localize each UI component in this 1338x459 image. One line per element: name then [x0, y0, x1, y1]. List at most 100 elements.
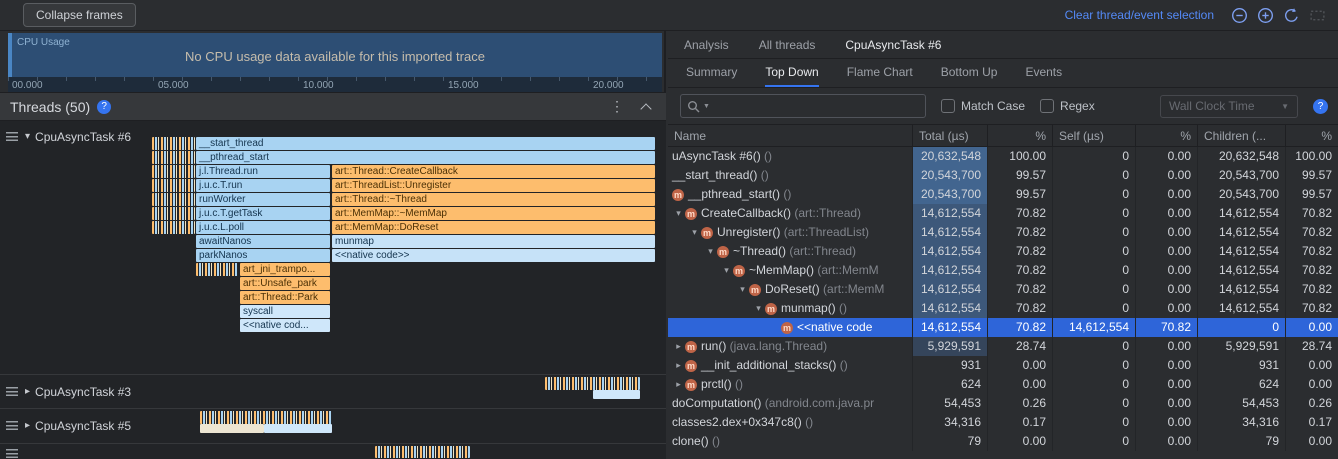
thread-state-bar[interactable]: [264, 424, 332, 433]
table-row[interactable]: ▾mUnregister() (art::ThreadList)14,612,5…: [668, 223, 1338, 242]
activity-strip[interactable]: [152, 137, 195, 150]
header-self[interactable]: Self (µs): [1053, 125, 1136, 146]
thread-row[interactable]: ▸ CpuAsyncTask #3: [0, 374, 666, 408]
activity-strip[interactable]: [152, 221, 195, 234]
chevron-down-icon[interactable]: ▾: [736, 280, 749, 299]
flame-frame[interactable]: art_jni_trampo...: [240, 263, 330, 276]
flame-frame[interactable]: __pthread_start: [196, 151, 655, 164]
chevron-down-icon[interactable]: ▾: [752, 299, 765, 318]
chevron-right-icon[interactable]: ▸: [25, 420, 30, 431]
chevron-down-icon[interactable]: ▾: [672, 204, 685, 223]
subtab-flame-chart[interactable]: Flame Chart: [847, 65, 913, 87]
search-input[interactable]: [713, 95, 925, 117]
chevron-right-icon[interactable]: ▸: [672, 375, 685, 394]
tab-all-threads[interactable]: All threads: [759, 38, 816, 52]
flame-frame[interactable]: j.u.c.T.getTask: [196, 207, 330, 220]
flame-frame[interactable]: syscall: [240, 305, 330, 318]
collapse-frames-button[interactable]: Collapse frames: [23, 3, 136, 27]
flame-frame[interactable]: parkNanos: [196, 249, 330, 262]
flame-frame[interactable]: art::Thread::~Thread: [332, 193, 655, 206]
thread-name[interactable]: CpuAsyncTask #5: [35, 419, 131, 433]
header-total-pct[interactable]: %: [988, 125, 1053, 146]
activity-strip[interactable]: [545, 377, 640, 390]
chevron-right-icon[interactable]: ▸: [672, 356, 685, 375]
help-icon[interactable]: ?: [1313, 99, 1328, 114]
regex-checkbox[interactable]: Regex: [1040, 99, 1095, 113]
header-children-pct[interactable]: %: [1286, 125, 1338, 146]
thread-row[interactable]: ▸ CpuAsyncTask #5: [0, 408, 666, 443]
thread-name[interactable]: CpuAsyncTask #3: [35, 385, 131, 399]
timeline-ruler[interactable]: 00.000 05.000 10.000 15.000 20.000: [8, 77, 662, 92]
table-row[interactable]: ▾mCreateCallback() (art::Thread)14,612,5…: [668, 204, 1338, 223]
header-name[interactable]: Name: [668, 125, 913, 146]
table-row[interactable]: clone() ()790.0000.00790.00: [668, 432, 1338, 451]
drag-handle-icon[interactable]: [6, 449, 18, 458]
header-total[interactable]: Total (µs): [913, 125, 988, 146]
flame-frame[interactable]: j.u.c.L.poll: [196, 221, 330, 234]
search-history-chevron-icon[interactable]: ▼: [703, 103, 710, 110]
tab-analysis[interactable]: Analysis: [684, 38, 729, 52]
drag-handle-icon[interactable]: [6, 132, 18, 141]
chevron-down-icon[interactable]: ▾: [704, 242, 717, 261]
flame-frame[interactable]: art::Thread::Park: [240, 291, 330, 304]
table-row[interactable]: m__pthread_start() ()20,543,70099.5700.0…: [668, 185, 1338, 204]
subtab-top-down[interactable]: Top Down: [765, 65, 818, 87]
table-row[interactable]: ▸mprctl() ()6240.0000.006240.00: [668, 375, 1338, 394]
zoom-to-selection-icon[interactable]: [1309, 7, 1326, 24]
chevron-down-icon[interactable]: ▾: [688, 223, 701, 242]
clear-selection-link[interactable]: Clear thread/event selection: [1065, 8, 1214, 22]
help-icon[interactable]: ?: [97, 100, 111, 114]
table-row[interactable]: __start_thread() ()20,543,70099.5700.002…: [668, 166, 1338, 185]
flame-frame[interactable]: art::ThreadList::Unregister: [332, 179, 655, 192]
subtab-events[interactable]: Events: [1025, 65, 1062, 87]
activity-strip[interactable]: [152, 207, 195, 220]
table-row[interactable]: classes2.dex+0x347c8() ()34,3160.1700.00…: [668, 413, 1338, 432]
header-children[interactable]: Children (...: [1198, 125, 1286, 146]
table-row[interactable]: ▾mDoReset() (art::MemM14,612,55470.8200.…: [668, 280, 1338, 299]
reset-zoom-icon[interactable]: [1283, 7, 1300, 24]
flame-frame[interactable]: runWorker: [196, 193, 330, 206]
zoom-in-icon[interactable]: [1257, 7, 1274, 24]
chevron-right-icon[interactable]: ▸: [25, 386, 30, 397]
drag-handle-icon[interactable]: [6, 387, 18, 396]
zoom-out-icon[interactable]: [1231, 7, 1248, 24]
thread-row[interactable]: [0, 443, 666, 459]
table-row[interactable]: ▾mmunmap() ()14,612,55470.8200.0014,612,…: [668, 299, 1338, 318]
thread-activity-chart[interactable]: [150, 444, 666, 459]
activity-strip[interactable]: [152, 151, 195, 164]
flame-frame[interactable]: art::Thread::CreateCallback: [332, 165, 655, 178]
table-row[interactable]: ▸m__init_additional_stacks() ()9310.0000…: [668, 356, 1338, 375]
flame-frame[interactable]: art::MemMap::~MemMap: [332, 207, 655, 220]
subtab-bottom-up[interactable]: Bottom Up: [941, 65, 998, 87]
table-row[interactable]: doComputation() (android.com.java.pr54,4…: [668, 394, 1338, 413]
activity-strip[interactable]: [200, 411, 332, 424]
search-box[interactable]: ▼: [680, 94, 926, 118]
chevron-down-icon[interactable]: ▾: [25, 131, 30, 142]
flame-frame[interactable]: art::Unsafe_park: [240, 277, 330, 290]
thread-state-bar[interactable]: [200, 424, 264, 433]
flame-frame[interactable]: j.u.c.T.run: [196, 179, 330, 192]
clock-type-select[interactable]: Wall Clock Time ▼: [1160, 95, 1298, 118]
flame-frame[interactable]: art::MemMap::DoReset: [332, 221, 655, 234]
flame-frame[interactable]: <<native code>>: [332, 249, 655, 262]
flame-frame[interactable]: <<native cod...: [240, 319, 330, 332]
checkbox-icon[interactable]: [941, 99, 955, 113]
thread-name[interactable]: CpuAsyncTask #6: [35, 130, 131, 144]
chevron-right-icon[interactable]: ▸: [672, 337, 685, 356]
activity-strip[interactable]: [152, 193, 195, 206]
table-row[interactable]: uAsyncTask #6() ()20,632,548100.0000.002…: [668, 147, 1338, 166]
flame-frame[interactable]: awaitNanos: [196, 235, 330, 248]
flame-frame[interactable]: munmap: [332, 235, 655, 248]
kebab-menu-icon[interactable]: ⋮: [610, 98, 624, 115]
flame-chart[interactable]: __start_thread__pthread_startj.l.Thread.…: [150, 137, 664, 337]
thread-row[interactable]: ▾ CpuAsyncTask #6 __start_thread__pthrea…: [0, 121, 666, 374]
tab-cpuasynctask-6[interactable]: CpuAsyncTask #6: [845, 38, 941, 52]
flame-frame[interactable]: __start_thread: [196, 137, 655, 150]
chevron-down-icon[interactable]: ▾: [720, 261, 733, 280]
activity-strip[interactable]: [152, 165, 195, 178]
collapse-panel-chevron-icon[interactable]: [640, 103, 651, 114]
thread-activity-chart[interactable]: [150, 409, 666, 443]
thread-state-bar[interactable]: [593, 390, 640, 399]
table-row[interactable]: ▾m~MemMap() (art::MemM14,612,55470.8200.…: [668, 261, 1338, 280]
table-row[interactable]: m<<native code14,612,55470.8214,612,5547…: [668, 318, 1338, 337]
